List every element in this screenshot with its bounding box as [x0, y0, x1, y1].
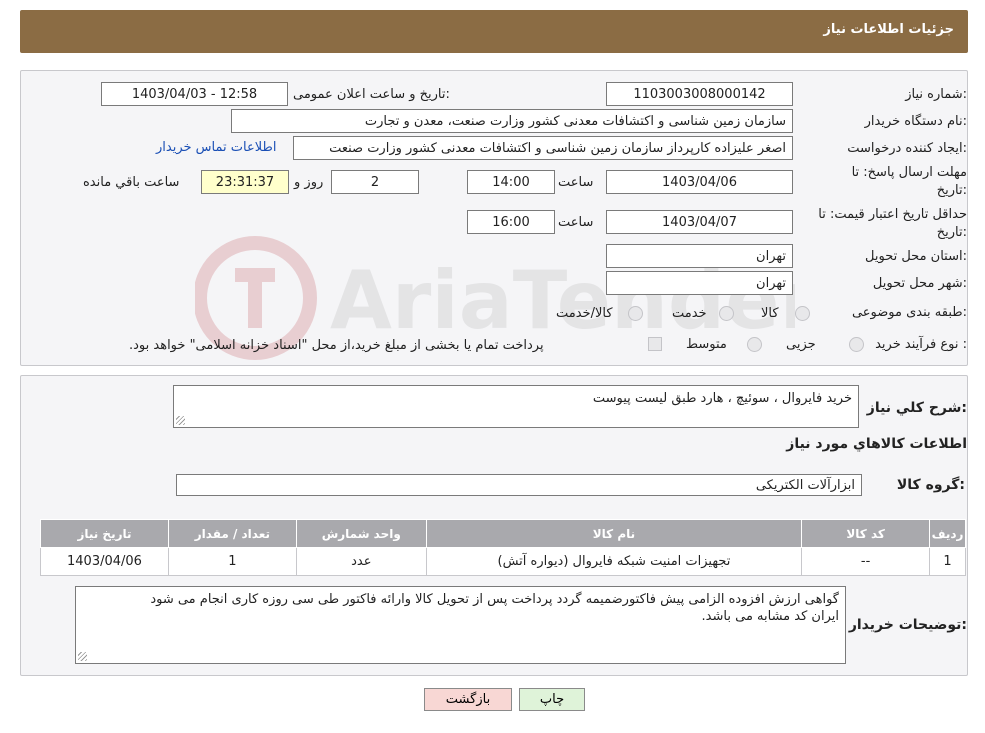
goods-info-title: اطلاعات کالاهاي مورد نياز: [786, 436, 967, 452]
table-row: 1 -- تجهیزات امنیت شبکه فایروال (دیواره …: [40, 547, 966, 576]
buyer-org-field: سازمان زمین شناسی و اکتشافات معدنی کشور …: [231, 109, 793, 133]
back-button[interactable]: بازگشت: [424, 688, 512, 711]
cell-qty: 1: [167, 547, 297, 576]
process-medium-label: متوسط: [686, 337, 727, 352]
summary-text: خرید فایروال ، سوئیچ ، هارد طبق لیست پیو…: [592, 391, 852, 406]
col-date: تاریخ نیاز: [40, 519, 169, 548]
page-title: جزئیات اطلاعات نیاز: [823, 22, 954, 37]
city-field: تهران: [606, 271, 793, 295]
cell-row: 1: [929, 547, 966, 576]
validity-date-field: 1403/04/07: [606, 210, 793, 234]
col-row: رديف: [929, 519, 966, 548]
col-unit: واحد شمارش: [295, 519, 427, 548]
treasury-checkbox[interactable]: [648, 337, 662, 351]
validity-time-field: 16:00: [467, 210, 555, 234]
buyer-notes-line-2: ایران کد مشابه می باشد.: [701, 609, 839, 624]
buyer-notes-label: توضیحات خریدار:: [848, 617, 967, 633]
deadline-time-field: 14:00: [467, 170, 555, 194]
goods-group-field: ابزارآلات الکتریکی: [176, 474, 862, 496]
creator-field: اصغر علیزاده کارپرداز سازمان زمین شناسی …: [293, 136, 793, 160]
page-header: جزئیات اطلاعات نیاز: [20, 10, 968, 53]
buyer-org-label: نام دستگاه خریدار:: [864, 114, 967, 129]
need-number-label: شماره نیاز:: [905, 87, 967, 102]
deadline-date-field: 1403/04/06: [606, 170, 793, 194]
deadline-label-date: تاریخ:: [936, 183, 967, 198]
deadline-label: مهلت ارسال پاسخ: تا: [851, 165, 967, 180]
process-type-label: نوع فرآیند خرید :: [875, 337, 967, 352]
cell-name: تجهیزات امنیت شبکه فایروال (دیواره آتش): [425, 547, 803, 576]
category-goods-service-radio[interactable]: [628, 306, 643, 321]
category-service-radio[interactable]: [719, 306, 734, 321]
category-goods-radio[interactable]: [795, 306, 810, 321]
resize-grip-icon[interactable]: [176, 416, 185, 425]
creator-label: ایجاد کننده درخواست:: [847, 141, 967, 156]
buyer-notes-field: گواهی ارزش افزوده الزامی پیش فاکتورضمیمه…: [75, 586, 846, 664]
province-label: استان محل تحویل:: [865, 249, 967, 264]
days-label: روز و: [294, 175, 324, 190]
col-name: نام کالا: [425, 519, 803, 548]
process-minor-radio[interactable]: [849, 337, 864, 352]
category-service-label: خدمت: [672, 306, 707, 321]
summary-label: شرح کلي نياز:: [866, 400, 967, 416]
summary-field: خرید فایروال ، سوئیچ ، هارد طبق لیست پیو…: [173, 385, 859, 428]
validity-time-label: ساعت: [558, 215, 594, 230]
buyer-contact-link[interactable]: اطلاعات تماس خریدار: [156, 140, 276, 155]
print-button[interactable]: چاپ: [519, 688, 585, 711]
province-field: تهران: [606, 244, 793, 268]
remaining-time-field: 23:31:37: [201, 170, 289, 194]
category-label: طبقه بندی موضوعی:: [851, 305, 967, 320]
validity-label: حداقل تاریخ اعتبار قیمت: تا: [818, 207, 967, 222]
deadline-time-label: ساعت: [558, 175, 594, 190]
col-code: کد کالا: [801, 519, 931, 548]
buyer-notes-line-1: گواهی ارزش افزوده الزامی پیش فاکتورضمیمه…: [150, 592, 839, 607]
remaining-days-field: 2: [331, 170, 419, 194]
col-qty: تعداد / مقدار: [167, 519, 297, 548]
remaining-time-label: ساعت باقي مانده: [83, 175, 180, 190]
resize-grip-icon[interactable]: [78, 652, 87, 661]
goods-table-header: رديف کد کالا نام کالا واحد شمارش تعداد /…: [40, 519, 966, 548]
announce-datetime-label: تاریخ و ساعت اعلان عمومی:: [293, 87, 450, 102]
cell-date: 1403/04/06: [40, 547, 169, 576]
city-label: شهر محل تحویل:: [872, 276, 967, 291]
category-goods-label: کالا: [761, 306, 779, 321]
cell-code: --: [801, 547, 931, 576]
announce-datetime-field: 1403/04/03 - 12:58: [101, 82, 288, 106]
cell-unit: عدد: [295, 547, 427, 576]
goods-table: رديف کد کالا نام کالا واحد شمارش تعداد /…: [40, 519, 966, 576]
need-number-field: 1103003008000142: [606, 82, 793, 106]
category-goods-service-label: کالا/خدمت: [556, 306, 613, 321]
validity-label-date: تاریخ:: [936, 225, 967, 240]
goods-group-label: گروه کالا:: [896, 477, 965, 493]
process-minor-label: جزیی: [786, 337, 816, 352]
process-medium-radio[interactable]: [747, 337, 762, 352]
treasury-note: پرداخت تمام یا بخشی از مبلغ خرید،از محل …: [129, 338, 544, 353]
